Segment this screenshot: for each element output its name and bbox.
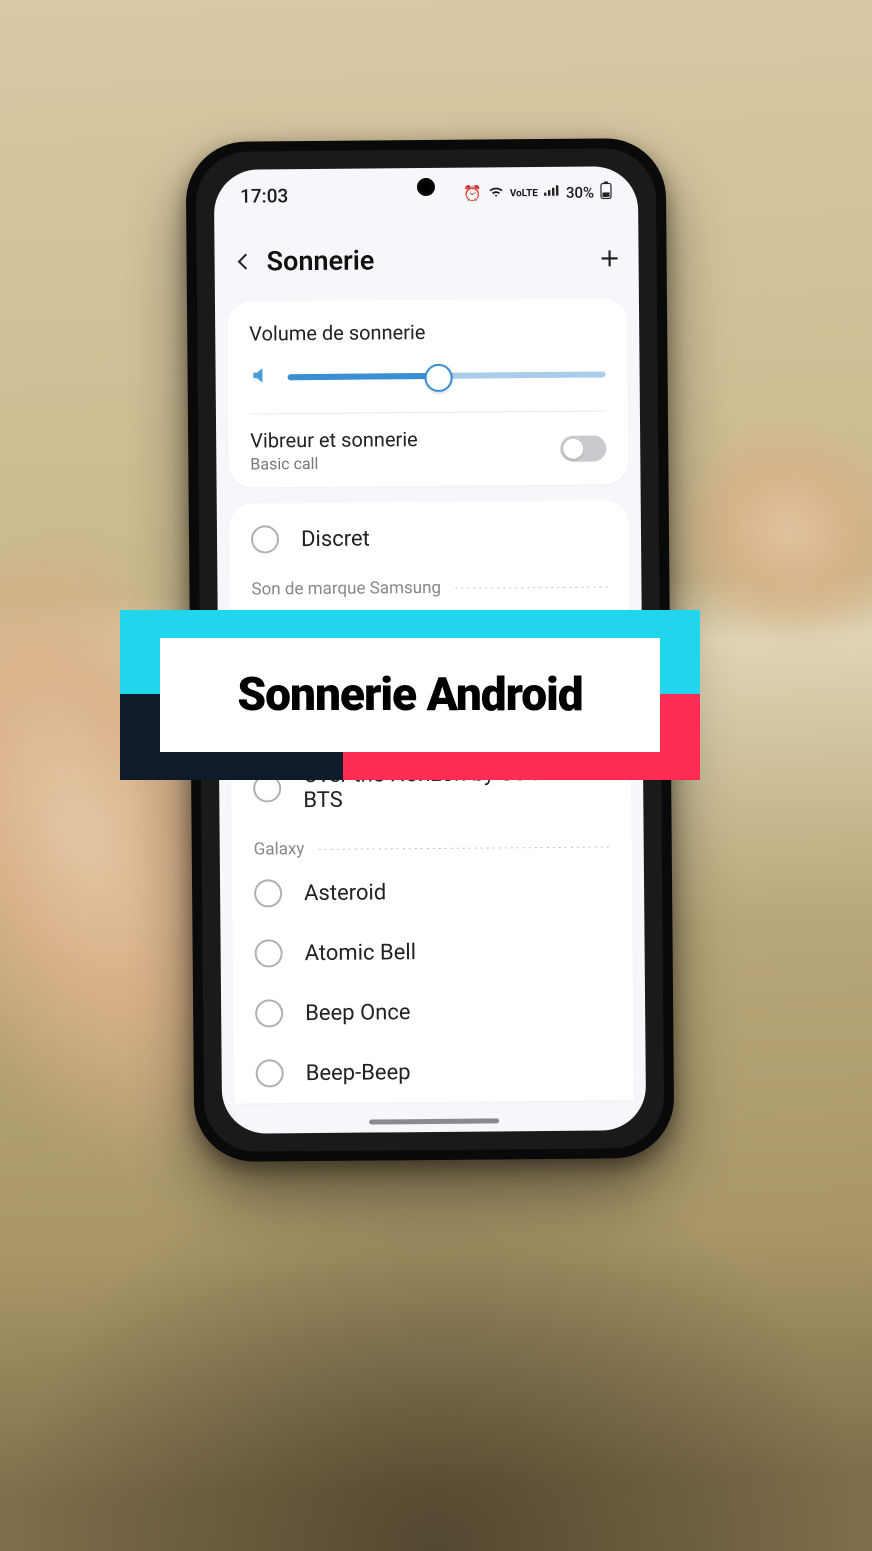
add-button[interactable] <box>594 243 624 273</box>
ringtone-option[interactable]: Asteroid <box>232 860 633 923</box>
radio-icon[interactable] <box>255 939 283 967</box>
group-label: Son de marque Samsung <box>251 578 441 600</box>
slider-fill <box>288 373 437 380</box>
back-button[interactable] <box>228 246 258 276</box>
ringtone-option[interactable]: Atomic Bell <box>232 920 633 983</box>
ringtone-list: Discret Son de marque Samsung Galaxy Bel… <box>229 500 634 1103</box>
front-camera <box>417 178 435 196</box>
group-divider <box>316 846 609 850</box>
ringtone-option[interactable]: Beep Once <box>233 980 634 1043</box>
volume-card: Volume de sonnerie <box>227 298 629 487</box>
vibrate-row[interactable]: Vibreur et sonnerie Basic call <box>228 425 628 473</box>
ringtone-option[interactable]: Beep-Beep <box>233 1040 634 1103</box>
caption-text: Sonnerie Android <box>237 668 582 722</box>
wifi-icon <box>488 184 504 202</box>
ringtone-label: Atomic Bell <box>305 940 417 966</box>
vibrate-title: Vibreur et sonnerie <box>250 426 560 453</box>
scene: 17:03 ⏰ VoLTE 30% <box>0 0 872 1551</box>
slider-thumb[interactable] <box>425 364 453 392</box>
signal-icon <box>544 184 560 202</box>
battery-percent: 30% <box>566 184 594 202</box>
caption-overlay: Sonnerie Android <box>120 610 700 780</box>
group-divider <box>453 586 607 588</box>
battery-icon <box>600 181 612 203</box>
vibrate-subtitle: Basic call <box>250 452 560 474</box>
group-label: Galaxy <box>254 839 305 859</box>
vibrate-text: Vibreur et sonnerie Basic call <box>250 426 560 474</box>
ringtone-label: Discret <box>301 526 370 552</box>
radio-icon[interactable] <box>256 1059 284 1087</box>
divider <box>250 410 606 414</box>
group-header: Son de marque Samsung <box>229 566 629 603</box>
ringtone-label: Asteroid <box>304 880 386 906</box>
page-title: Sonnerie <box>266 244 374 277</box>
group-header: Galaxy <box>232 826 632 863</box>
ringtone-option[interactable]: Discret <box>229 506 630 569</box>
status-right: ⏰ VoLTE 30% <box>463 181 612 204</box>
speaker-icon <box>250 364 272 390</box>
radio-icon[interactable] <box>251 525 279 553</box>
lte-icon: VoLTE <box>510 188 538 199</box>
radio-icon[interactable] <box>254 879 282 907</box>
vibrate-toggle[interactable] <box>560 435 606 461</box>
ringtone-label: Beep Once <box>305 1000 411 1026</box>
app-header: Sonnerie <box>214 226 639 294</box>
alarm-icon: ⏰ <box>463 185 482 203</box>
overlay-white: Sonnerie Android <box>160 638 660 752</box>
toggle-knob <box>563 438 583 458</box>
volume-slider[interactable] <box>287 356 605 395</box>
clock: 17:03 <box>240 184 288 207</box>
volume-label: Volume de sonnerie <box>227 314 627 359</box>
volume-row <box>227 356 627 407</box>
radio-icon[interactable] <box>255 999 283 1027</box>
ringtone-label: Beep-Beep <box>306 1060 411 1086</box>
